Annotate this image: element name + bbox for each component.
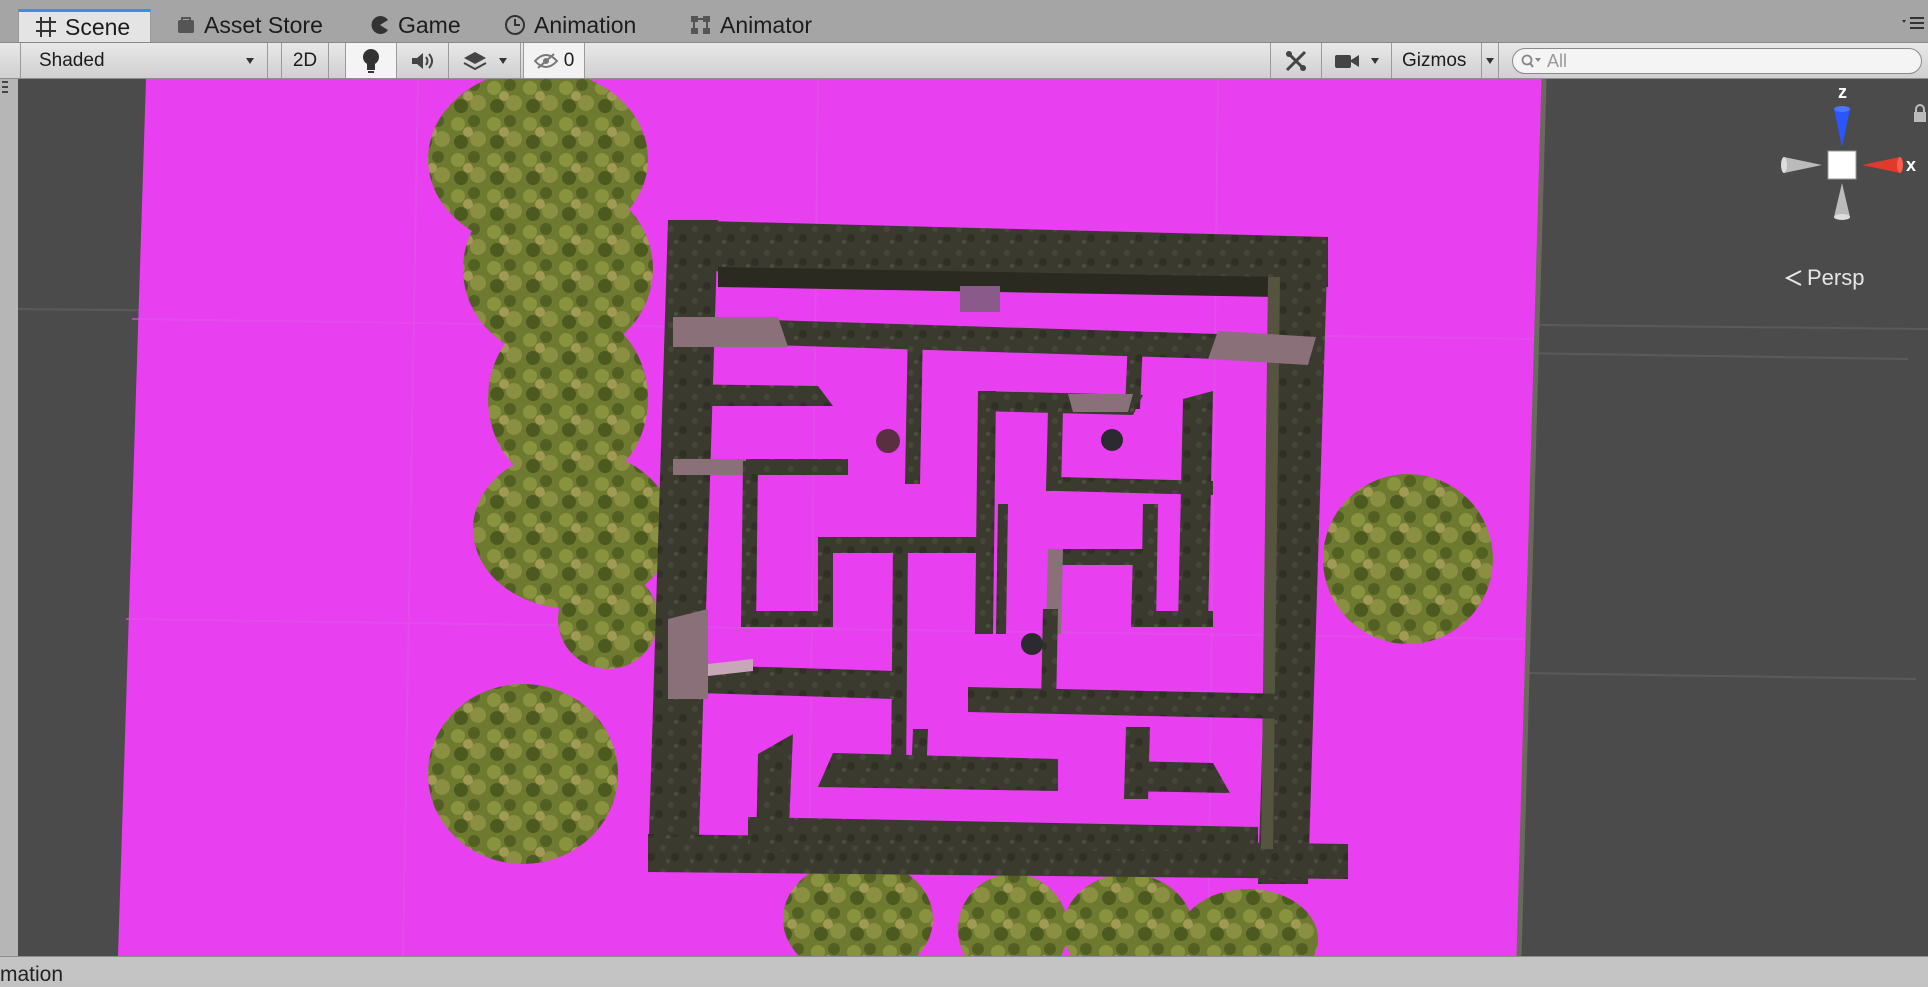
- animator-nodes-icon: [691, 16, 710, 34]
- audio-toggle-button[interactable]: [397, 43, 449, 78]
- chevron-down-icon: [1370, 57, 1379, 64]
- scene-render: [18, 79, 1928, 956]
- z-axis-cone[interactable]: [1834, 109, 1850, 147]
- editor-tab-bar: Scene Asset Store Game Animation Animato…: [0, 0, 1928, 43]
- tab-scene-label: Scene: [65, 13, 131, 40]
- chevron-down-icon: [246, 57, 254, 64]
- lightbulb-icon: [363, 48, 379, 73]
- tree-right: [1323, 474, 1493, 644]
- maze-ball: [1021, 633, 1043, 655]
- maze-ball: [876, 429, 900, 453]
- lighting-toggle-button[interactable]: [345, 43, 397, 78]
- draw-mode-dropdown[interactable]: Shaded: [20, 43, 268, 78]
- bottom-panel-title: mation: [0, 963, 64, 986]
- chevron-down-icon: [1486, 57, 1494, 64]
- hidden-count: 0: [563, 49, 575, 71]
- tab-animation-label: Animation: [534, 11, 637, 38]
- camera-dropdown[interactable]: [1322, 43, 1392, 78]
- hidden-objects-toggle[interactable]: 0: [523, 43, 585, 78]
- 2d-label: 2D: [292, 49, 318, 71]
- panel-menu-icon[interactable]: [1902, 16, 1924, 37]
- axis-z-label: z: [1838, 82, 1847, 102]
- gizmos-dropdown-arrow[interactable]: [1482, 43, 1499, 78]
- scene-tools-button[interactable]: [1270, 43, 1322, 78]
- lock-icon[interactable]: [1914, 104, 1926, 122]
- pacman-icon: [371, 16, 388, 34]
- tab-animator-label: Animator: [720, 11, 813, 38]
- wrench-cross-icon: [1285, 50, 1307, 71]
- tree-left-lower: [428, 684, 618, 864]
- projection-toggle[interactable]: Persp: [1785, 265, 1864, 291]
- scene-toolbar: Shaded 2D 0 Gizmos All: [0, 43, 1928, 79]
- search-icon: [1521, 54, 1541, 68]
- chevron-down-icon: [498, 57, 507, 64]
- camera-icon: [1334, 54, 1359, 68]
- tab-asset-store[interactable]: Asset Store: [176, 8, 323, 42]
- left-panel-edge: [0, 79, 19, 956]
- chevron-left-icon: [1785, 270, 1802, 286]
- scene-search-field[interactable]: All: [1512, 48, 1922, 74]
- tab-scene[interactable]: Scene: [18, 9, 152, 42]
- eye-hidden-icon: [533, 52, 558, 69]
- tab-game[interactable]: Game: [370, 8, 461, 42]
- speaker-icon: [411, 52, 433, 69]
- clock-icon: [505, 15, 525, 35]
- effects-dropdown[interactable]: [449, 43, 521, 78]
- draw-mode-value: Shaded: [39, 49, 105, 71]
- tab-animator[interactable]: Animator: [690, 8, 812, 42]
- tab-game-label: Game: [398, 11, 461, 38]
- x-axis-cone[interactable]: [1862, 157, 1900, 173]
- grid-icon: [36, 17, 56, 37]
- projection-label: Persp: [1807, 265, 1865, 290]
- gizmos-label: Gizmos: [1402, 49, 1467, 71]
- search-placeholder: All: [1547, 50, 1568, 71]
- tab-asset-store-label: Asset Store: [204, 11, 323, 38]
- tab-animation[interactable]: Animation: [504, 8, 636, 42]
- store-bag-icon: [178, 17, 194, 33]
- maze-ball: [1101, 429, 1123, 451]
- layers-icon: [463, 51, 486, 70]
- scene-viewport[interactable]: z x: [18, 79, 1928, 956]
- gizmo-center-cube[interactable]: [1827, 150, 1857, 180]
- bottom-panel-header: mation: [0, 956, 1928, 986]
- scene-orientation-gizmo[interactable]: z x: [1768, 79, 1928, 249]
- axis-x-label: x: [1906, 155, 1916, 175]
- gizmos-button[interactable]: Gizmos: [1392, 43, 1482, 78]
- 2d-toggle-button[interactable]: 2D: [281, 43, 329, 78]
